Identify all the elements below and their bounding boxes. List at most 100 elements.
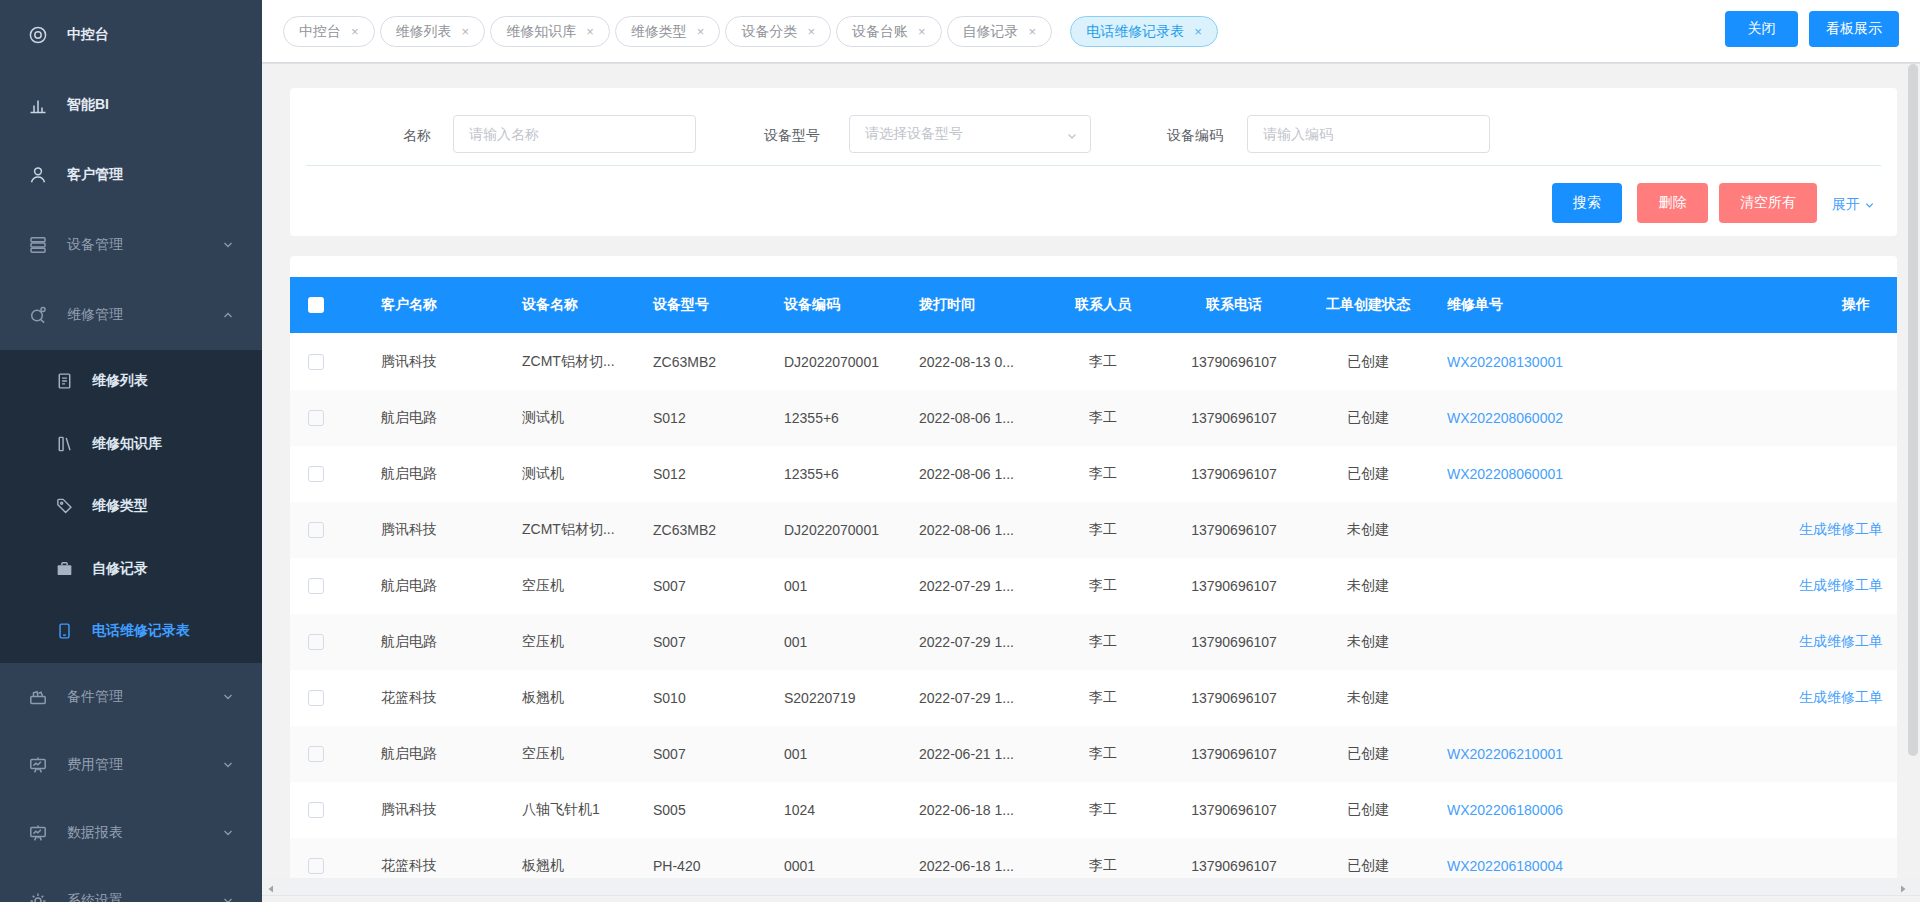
sidebar-item-备件管理[interactable]: 备件管理 <box>0 663 262 731</box>
repair-order-link[interactable]: WX202208130001 <box>1447 354 1563 370</box>
sidebar-submenu: 维修列表维修知识库维修类型自修记录电话维修记录表 <box>0 350 262 663</box>
clear-all-button[interactable]: 清空所有 <box>1719 183 1817 223</box>
vertical-scrollbar[interactable] <box>1908 64 1918 756</box>
tab-设备分类[interactable]: 设备分类 × <box>725 16 831 47</box>
tab-close-icon[interactable]: × <box>1194 25 1202 38</box>
repair-order-link[interactable]: WX202206180004 <box>1447 858 1563 874</box>
row-checkbox[interactable] <box>308 858 324 874</box>
sidebar-item-数据报表[interactable]: 数据报表 <box>0 799 262 867</box>
tab-close-icon[interactable]: × <box>1029 25 1037 38</box>
sidebar-item-label: 维修管理 <box>67 306 123 324</box>
sidebar-item-智能BI[interactable]: 智能BI <box>0 70 262 140</box>
tab-close-icon[interactable]: × <box>918 25 926 38</box>
repair-order-link[interactable]: WX202208060001 <box>1447 466 1563 482</box>
row-checkbox[interactable] <box>308 690 324 706</box>
row-checkbox[interactable] <box>308 578 324 594</box>
cell-time: 2022-07-29 1... <box>919 670 1060 726</box>
cell-status: 已创建 <box>1318 726 1418 782</box>
device-model-select[interactable]: 请选择设备型号 <box>849 115 1091 153</box>
cell-order: WX202208060002 <box>1447 390 1687 446</box>
tab-label: 自修记录 <box>963 23 1019 41</box>
cell-phone: 13790696107 <box>1146 726 1322 782</box>
row-checkbox[interactable] <box>308 802 324 818</box>
tab-label: 设备分类 <box>741 23 797 41</box>
scroll-right-arrow-icon[interactable] <box>1898 881 1908 891</box>
sidebar-item-维修管理[interactable]: 维修管理 <box>0 280 262 350</box>
scroll-left-arrow-icon[interactable] <box>266 881 276 891</box>
row-checkbox[interactable] <box>308 410 324 426</box>
tab-设备台账[interactable]: 设备台账× <box>836 16 942 47</box>
sidebar-subitem-自修记录[interactable]: 自修记录 <box>0 538 262 601</box>
repair-order-link[interactable]: WX202208060002 <box>1447 410 1563 426</box>
expand-link[interactable]: 展开 <box>1832 196 1875 214</box>
tab-close-icon[interactable]: × <box>807 25 815 38</box>
column-header-联系电话: 联系电话 <box>1146 277 1322 333</box>
board-display-button[interactable]: 看板展示 <box>1809 11 1899 47</box>
tab-维修知识库[interactable]: 维修知识库 × <box>490 16 610 47</box>
toolbox-icon <box>28 687 48 707</box>
tab-电话维修记录表[interactable]: 电话维修记录表× <box>1070 16 1218 47</box>
search-button[interactable]: 搜索 <box>1552 183 1622 223</box>
cell-status: 已创建 <box>1318 782 1418 838</box>
row-checkbox[interactable] <box>308 466 324 482</box>
cell-order <box>1447 614 1687 670</box>
tab-自修记录[interactable]: 自修记录 × <box>947 16 1053 47</box>
cell-status: 未创建 <box>1318 502 1418 558</box>
tab-维修列表[interactable]: 维修列表× <box>380 16 486 47</box>
cell-action: 生成维修工单 <box>1687 502 1883 558</box>
sidebar-item-设备管理[interactable]: 设备管理 <box>0 210 262 280</box>
cell-device: 空压机 <box>522 614 653 670</box>
sidebar-subitem-维修知识库[interactable]: 维修知识库 <box>0 413 262 476</box>
select-all-checkbox[interactable] <box>308 297 324 313</box>
cell-code: DJ2022070001 <box>784 502 919 558</box>
tab-close-icon[interactable]: × <box>351 25 359 38</box>
create-repair-order-link[interactable]: 生成维修工单 <box>1799 633 1883 651</box>
cell-action <box>1687 838 1883 878</box>
gear-icon <box>28 891 48 902</box>
row-checkbox[interactable] <box>308 354 324 370</box>
name-input[interactable] <box>453 115 696 153</box>
expand-label: 展开 <box>1832 196 1860 214</box>
row-checkbox[interactable] <box>308 634 324 650</box>
cell-phone: 13790696107 <box>1146 670 1322 726</box>
close-button[interactable]: 关闭 <box>1725 11 1798 47</box>
create-repair-order-link[interactable]: 生成维修工单 <box>1799 521 1883 539</box>
row-checkbox[interactable] <box>308 522 324 538</box>
repair-order-link[interactable]: WX202206210001 <box>1447 746 1563 762</box>
cell-customer: 花篮科技 <box>381 670 522 726</box>
tab-close-icon[interactable]: × <box>462 25 470 38</box>
device-code-input[interactable] <box>1247 115 1490 153</box>
cell-customer: 航启电路 <box>381 726 522 782</box>
cell-device: 板翘机 <box>522 670 653 726</box>
cell-model: S007 <box>653 614 784 670</box>
horizontal-scrollbar[interactable] <box>262 878 1920 894</box>
tab-中控台[interactable]: 中控台× <box>283 16 375 47</box>
table-row: 花篮科技板翘机S010S202207192022-07-29 1...李工137… <box>290 670 1897 726</box>
delete-button[interactable]: 删除 <box>1637 183 1708 223</box>
cell-customer: 航启电路 <box>381 614 522 670</box>
sidebar-subitem-label: 维修类型 <box>92 497 148 515</box>
tab-close-icon[interactable]: × <box>697 25 705 38</box>
sidebar-subitem-维修列表[interactable]: 维修列表 <box>0 350 262 413</box>
sidebar-subitem-维修类型[interactable]: 维修类型 <box>0 475 262 538</box>
sidebar-subitem-电话维修记录表[interactable]: 电话维修记录表 <box>0 600 262 663</box>
bottom-strip <box>262 896 1920 902</box>
create-repair-order-link[interactable]: 生成维修工单 <box>1799 689 1883 707</box>
cell-model: S007 <box>653 558 784 614</box>
sidebar-item-费用管理[interactable]: 费用管理 <box>0 731 262 799</box>
repair-order-link[interactable]: WX202206180006 <box>1447 802 1563 818</box>
tab-close-icon[interactable]: × <box>586 25 594 38</box>
tab-维修类型[interactable]: 维修类型 × <box>615 16 721 47</box>
tab-label: 维修类型 <box>631 23 687 41</box>
table-row: 花篮科技板翘机PH-42000012022-06-18 1...李工137906… <box>290 838 1897 878</box>
records-table: 客户名称设备名称设备型号设备编码拨打时间联系人员联系电话工单创建状态维修单号操作… <box>290 256 1897 878</box>
device-model-placeholder: 请选择设备型号 <box>865 125 963 143</box>
sidebar: 中控台智能BI客户管理设备管理维修管理维修列表维修知识库维修类型自修记录电话维修… <box>0 0 262 902</box>
tab-label: 维修知识库 <box>506 23 576 41</box>
row-checkbox[interactable] <box>308 746 324 762</box>
sidebar-item-客户管理[interactable]: 客户管理 <box>0 140 262 210</box>
cell-status: 已创建 <box>1318 390 1418 446</box>
create-repair-order-link[interactable]: 生成维修工单 <box>1799 577 1883 595</box>
sidebar-item-系统设置[interactable]: 系统设置 <box>0 867 262 902</box>
sidebar-item-中控台[interactable]: 中控台 <box>0 0 262 70</box>
